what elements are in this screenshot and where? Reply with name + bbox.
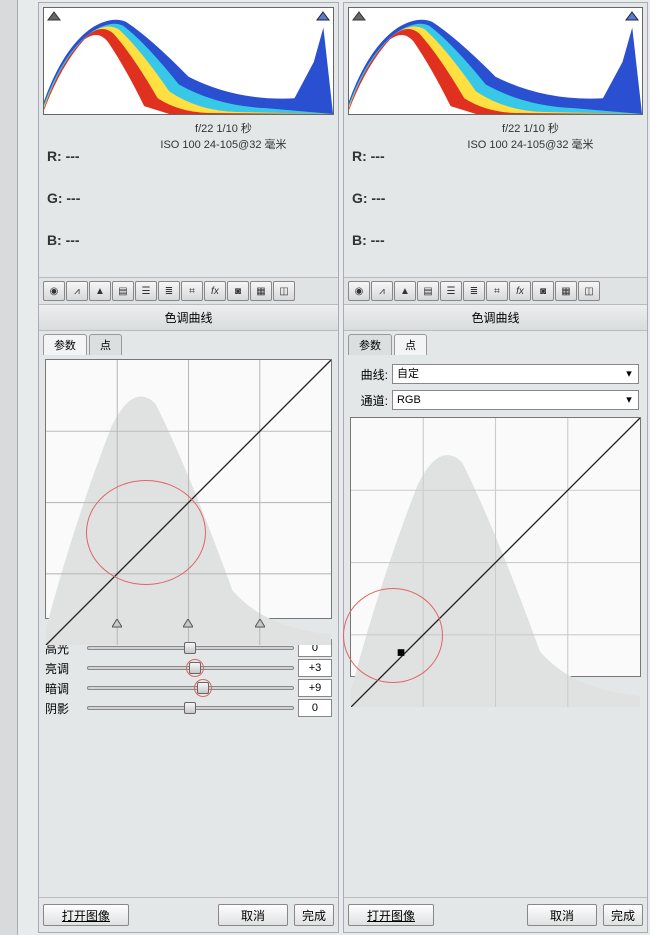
shadow-clip-icon[interactable] <box>352 11 366 21</box>
curve-point <box>398 649 405 656</box>
detail-icon[interactable]: ▤ <box>417 281 439 301</box>
curves-panel-point: R: --- G: --- B: --- f/22 1/10 秒 ISO 100… <box>343 2 648 933</box>
window-gutter <box>0 0 18 935</box>
dark-value[interactable]: +9 <box>298 679 332 697</box>
camera-icon[interactable]: ◙ <box>227 281 249 301</box>
curves-icon[interactable]: ⩘ <box>66 281 88 301</box>
lens-icon[interactable]: ⌗ <box>486 281 508 301</box>
highlight-clip-icon[interactable] <box>625 11 639 21</box>
split-icon[interactable]: ≣ <box>463 281 485 301</box>
done-button[interactable]: 完成 <box>294 904 334 926</box>
channel-select-row: 通道: RGB ▾ <box>344 387 647 413</box>
chevron-down-icon: ▾ <box>620 365 638 383</box>
histogram-icon[interactable]: ▲ <box>394 281 416 301</box>
hsl-icon[interactable]: ☰ <box>135 281 157 301</box>
cancel-button[interactable]: 取消 <box>527 904 597 926</box>
split-icon[interactable]: ≣ <box>158 281 180 301</box>
detail-icon[interactable]: ▤ <box>112 281 134 301</box>
info-readout: R: --- G: --- B: --- f/22 1/10 秒 ISO 100… <box>39 119 338 277</box>
open-image-button[interactable]: 打开图像 <box>43 904 129 926</box>
info-readout: R: --- G: --- B: --- f/22 1/10 秒 ISO 100… <box>344 119 647 277</box>
exif-line1: f/22 1/10 秒 <box>117 121 330 137</box>
exif-line1: f/22 1/10 秒 <box>422 121 639 137</box>
section-title: 色调曲线 <box>39 305 338 331</box>
histogram-icon[interactable]: ▲ <box>89 281 111 301</box>
open-image-button[interactable]: 打开图像 <box>348 904 434 926</box>
slider-light: 亮调 +3 <box>45 659 332 677</box>
lens-icon[interactable]: ⌗ <box>181 281 203 301</box>
aperture-icon[interactable]: ◉ <box>43 281 65 301</box>
aperture-icon[interactable]: ◉ <box>348 281 370 301</box>
histogram <box>43 7 334 115</box>
range-markers[interactable] <box>45 619 332 633</box>
shadow-value[interactable]: 0 <box>298 699 332 717</box>
curve-graph[interactable] <box>45 359 332 619</box>
tabs: 参数 点 <box>344 331 647 355</box>
slider-shadow: 阴影 0 <box>45 699 332 717</box>
adjustment-toolbar: ◉ ⩘ ▲ ▤ ☰ ≣ ⌗ fx ◙ ▦ ◫ <box>344 277 647 305</box>
curve-preset-select[interactable]: 自定 ▾ <box>392 364 639 384</box>
shadow-clip-icon[interactable] <box>47 11 61 21</box>
curve-graph[interactable] <box>350 417 641 677</box>
exif-line2: ISO 100 24-105@32 毫米 <box>422 137 639 153</box>
fx-icon[interactable]: fx <box>204 281 226 301</box>
snapshot-icon[interactable]: ◫ <box>578 281 600 301</box>
channel-select[interactable]: RGB ▾ <box>392 390 639 410</box>
exif-line2: ISO 100 24-105@32 毫米 <box>117 137 330 153</box>
fx-icon[interactable]: fx <box>509 281 531 301</box>
dialog-buttons: 打开图像 取消 完成 <box>344 897 647 932</box>
preset-icon[interactable]: ▦ <box>250 281 272 301</box>
adjustment-toolbar: ◉ ⩘ ▲ ▤ ☰ ≣ ⌗ fx ◙ ▦ ◫ <box>39 277 338 305</box>
hsl-icon[interactable]: ☰ <box>440 281 462 301</box>
tab-parametric[interactable]: 参数 <box>348 334 392 355</box>
preset-icon[interactable]: ▦ <box>555 281 577 301</box>
curves-icon[interactable]: ⩘ <box>371 281 393 301</box>
curve-select-row: 曲线: 自定 ▾ <box>344 361 647 387</box>
tab-point[interactable]: 点 <box>394 334 427 355</box>
camera-icon[interactable]: ◙ <box>532 281 554 301</box>
cancel-button[interactable]: 取消 <box>218 904 288 926</box>
histogram <box>348 7 643 115</box>
tabs: 参数 点 <box>39 331 338 355</box>
highlight-clip-icon[interactable] <box>316 11 330 21</box>
done-button[interactable]: 完成 <box>603 904 643 926</box>
dialog-buttons: 打开图像 取消 完成 <box>39 897 338 932</box>
section-title: 色调曲线 <box>344 305 647 331</box>
slider-highlight: 高光 0 <box>45 639 332 657</box>
tab-parametric[interactable]: 参数 <box>43 334 87 355</box>
chevron-down-icon: ▾ <box>620 391 638 409</box>
curves-panel-parametric: R: --- G: --- B: --- f/22 1/10 秒 ISO 100… <box>38 2 339 933</box>
snapshot-icon[interactable]: ◫ <box>273 281 295 301</box>
tab-point[interactable]: 点 <box>89 334 122 355</box>
light-value[interactable]: +3 <box>298 659 332 677</box>
slider-dark: 暗调 +9 <box>45 679 332 697</box>
